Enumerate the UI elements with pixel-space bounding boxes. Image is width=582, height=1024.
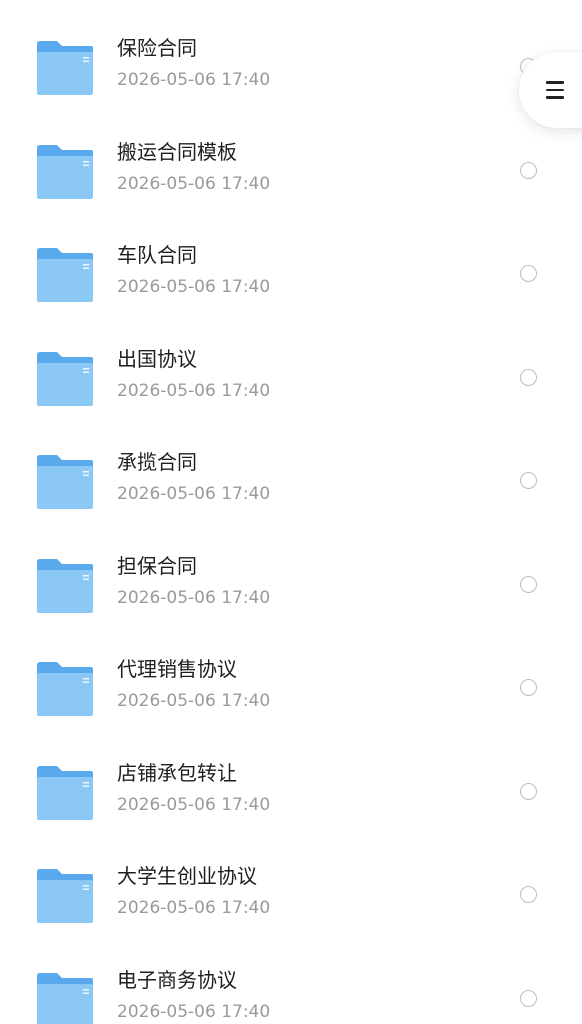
select-radio[interactable] [520,162,537,179]
file-name: 搬运合同模板 [117,140,237,164]
file-date: 2026-05-06 17:40 [117,277,271,297]
list-item[interactable]: 承揽合同 2026-05-06 17:40 [0,414,582,518]
file-date: 2026-05-06 17:40 [117,588,271,608]
folder-icon [37,662,93,716]
list-item[interactable]: 担保合同 2026-05-06 17:40 [0,518,582,622]
select-radio[interactable] [520,369,537,386]
file-date: 2026-05-06 17:40 [117,70,271,90]
select-radio[interactable] [520,472,537,489]
file-name: 电子商务协议 [117,968,237,992]
file-name: 代理销售协议 [117,657,237,681]
list-item[interactable]: 大学生创业协议 2026-05-06 17:40 [0,828,582,932]
file-name: 店铺承包转让 [117,761,237,785]
folder-icon [37,455,93,509]
file-name: 大学生创业协议 [117,864,257,888]
list-item[interactable]: 电子商务协议 2026-05-06 17:40 [0,932,582,1024]
file-date: 2026-05-06 17:40 [117,898,271,918]
file-date: 2026-05-06 17:40 [117,795,271,815]
select-radio[interactable] [520,886,537,903]
folder-icon [37,869,93,923]
file-name: 担保合同 [117,554,197,578]
file-date: 2026-05-06 17:40 [117,484,271,504]
folder-icon [37,352,93,406]
select-radio[interactable] [520,265,537,282]
file-date: 2026-05-06 17:40 [117,1002,271,1022]
list-item[interactable]: 店铺承包转让 2026-05-06 17:40 [0,725,582,829]
folder-icon [37,145,93,199]
select-radio[interactable] [520,679,537,696]
menu-icon [546,81,564,99]
folder-icon [37,973,93,1024]
select-radio[interactable] [520,990,537,1007]
file-date: 2026-05-06 17:40 [117,174,271,194]
file-date: 2026-05-06 17:40 [117,381,271,401]
list-item[interactable]: 保险合同 2026-05-06 17:40 [0,0,582,104]
file-name: 出国协议 [117,347,197,371]
list-item[interactable]: 代理销售协议 2026-05-06 17:40 [0,621,582,725]
list-item[interactable]: 车队合同 2026-05-06 17:40 [0,207,582,311]
list-item[interactable]: 出国协议 2026-05-06 17:40 [0,311,582,415]
select-radio[interactable] [520,576,537,593]
list-item[interactable]: 搬运合同模板 2026-05-06 17:40 [0,104,582,208]
select-radio[interactable] [520,783,537,800]
file-name: 车队合同 [117,243,197,267]
file-name: 承揽合同 [117,450,197,474]
file-name: 保险合同 [117,36,197,60]
folder-icon [37,766,93,820]
folder-icon [37,41,93,95]
folder-icon [37,559,93,613]
folder-icon [37,248,93,302]
file-date: 2026-05-06 17:40 [117,691,271,711]
